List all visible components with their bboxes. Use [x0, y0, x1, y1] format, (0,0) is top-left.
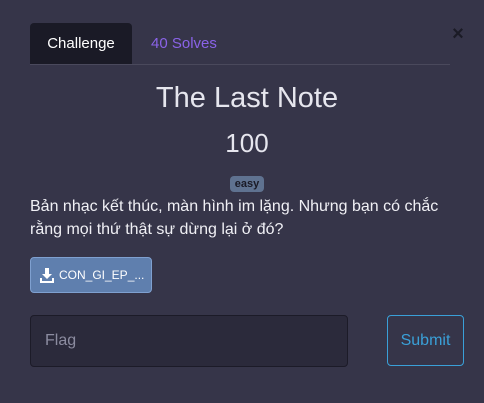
challenge-title: The Last Note	[155, 82, 339, 114]
difficulty-badge: easy	[229, 176, 265, 192]
tab-challenge[interactable]: Challenge	[30, 23, 132, 64]
close-icon[interactable]: ×	[450, 23, 466, 45]
badge-container: easy	[0, 174, 484, 192]
challenge-tabs: Challenge 40 Solves	[30, 23, 450, 65]
download-file-button[interactable]: CON_GI_EP_...	[30, 257, 152, 293]
download-icon	[39, 267, 55, 283]
challenge-points: 100	[225, 128, 269, 158]
flag-input[interactable]	[30, 315, 348, 367]
submit-button[interactable]: Submit	[387, 315, 464, 366]
tab-solves[interactable]: 40 Solves	[151, 23, 217, 64]
challenge-description: Bản nhạc kết thúc, màn hình im lặng. Như…	[30, 198, 439, 238]
download-file-label: CON_GI_EP_...	[59, 268, 145, 282]
